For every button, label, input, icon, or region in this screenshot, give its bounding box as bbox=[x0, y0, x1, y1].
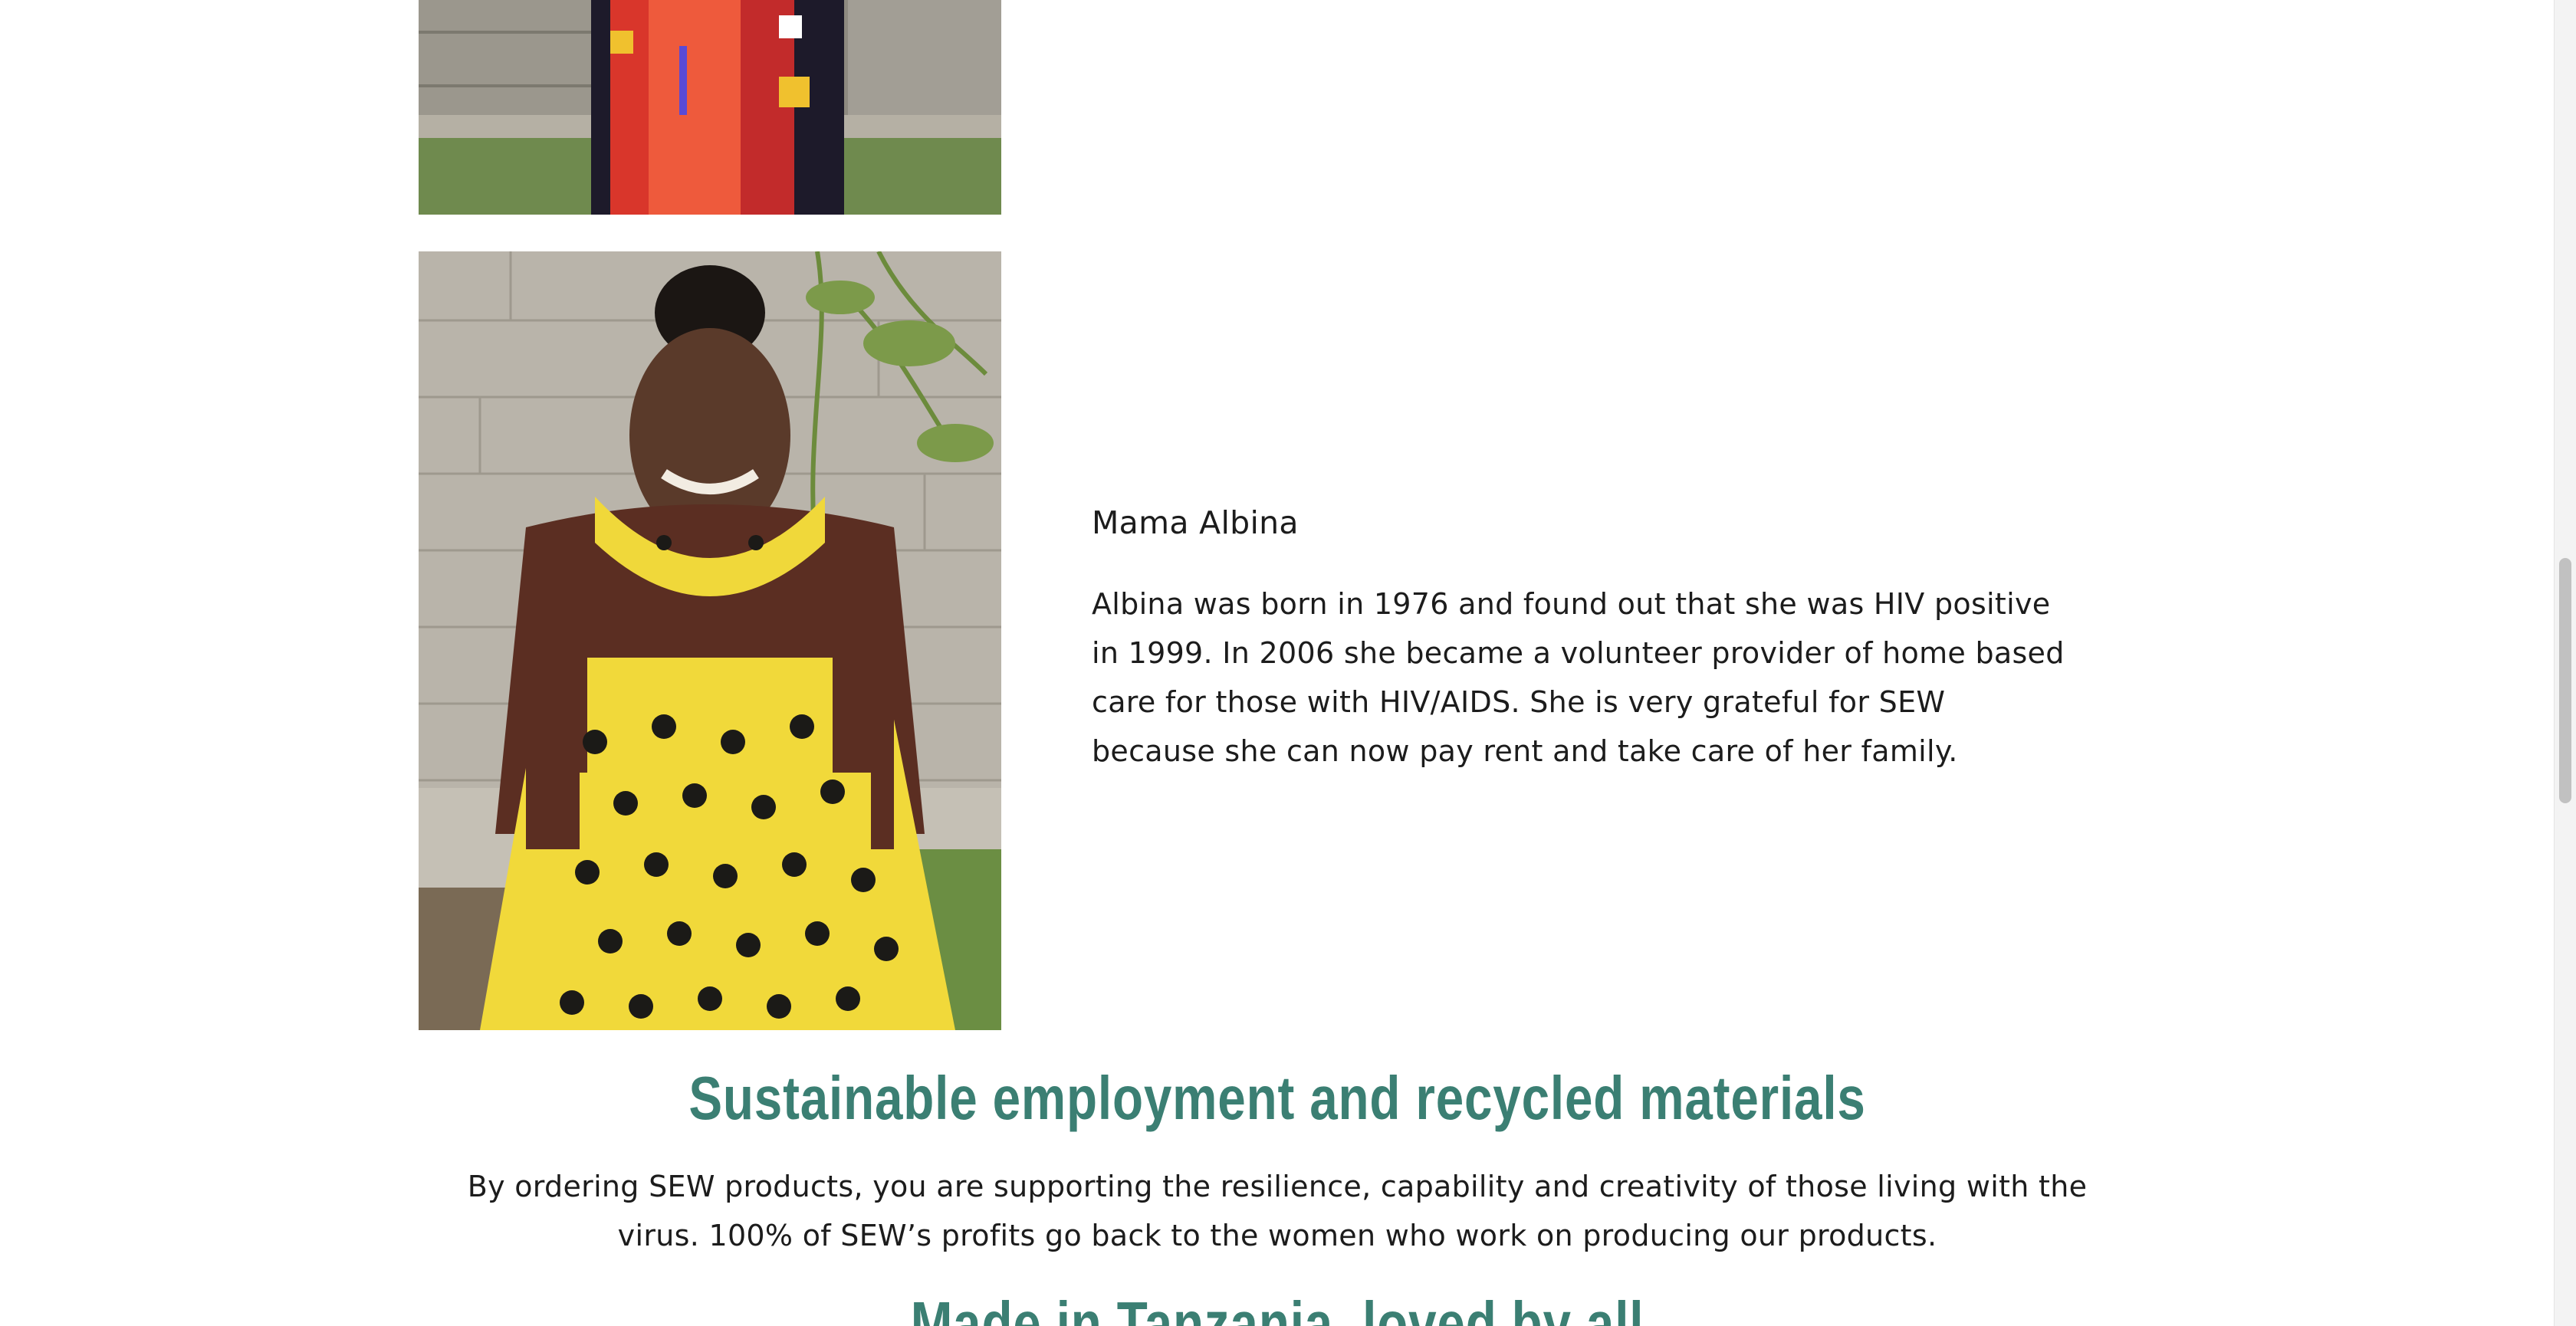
vertical-scrollbar[interactable] bbox=[2554, 0, 2576, 1326]
scrollbar-thumb[interactable] bbox=[2559, 558, 2571, 803]
profile-description: Albina was born in 1976 and found out th… bbox=[1092, 587, 2065, 768]
section-heading: Sustainable employment and recycled mate… bbox=[688, 1064, 1866, 1132]
profile-bio: Mama Albina Albina was born in 1976 and … bbox=[1092, 495, 2065, 776]
next-section-heading: Made in Tanzania, loved by all bbox=[910, 1289, 1644, 1326]
profile-name: Mama Albina bbox=[1092, 504, 1299, 541]
section-description: By ordering SEW products, you are suppor… bbox=[467, 1170, 2088, 1252]
portrait-photo-albina bbox=[419, 251, 1001, 1030]
page-content: Mama Albina Albina was born in 1976 and … bbox=[0, 0, 2555, 1326]
portrait-photo-previous bbox=[419, 0, 1001, 215]
